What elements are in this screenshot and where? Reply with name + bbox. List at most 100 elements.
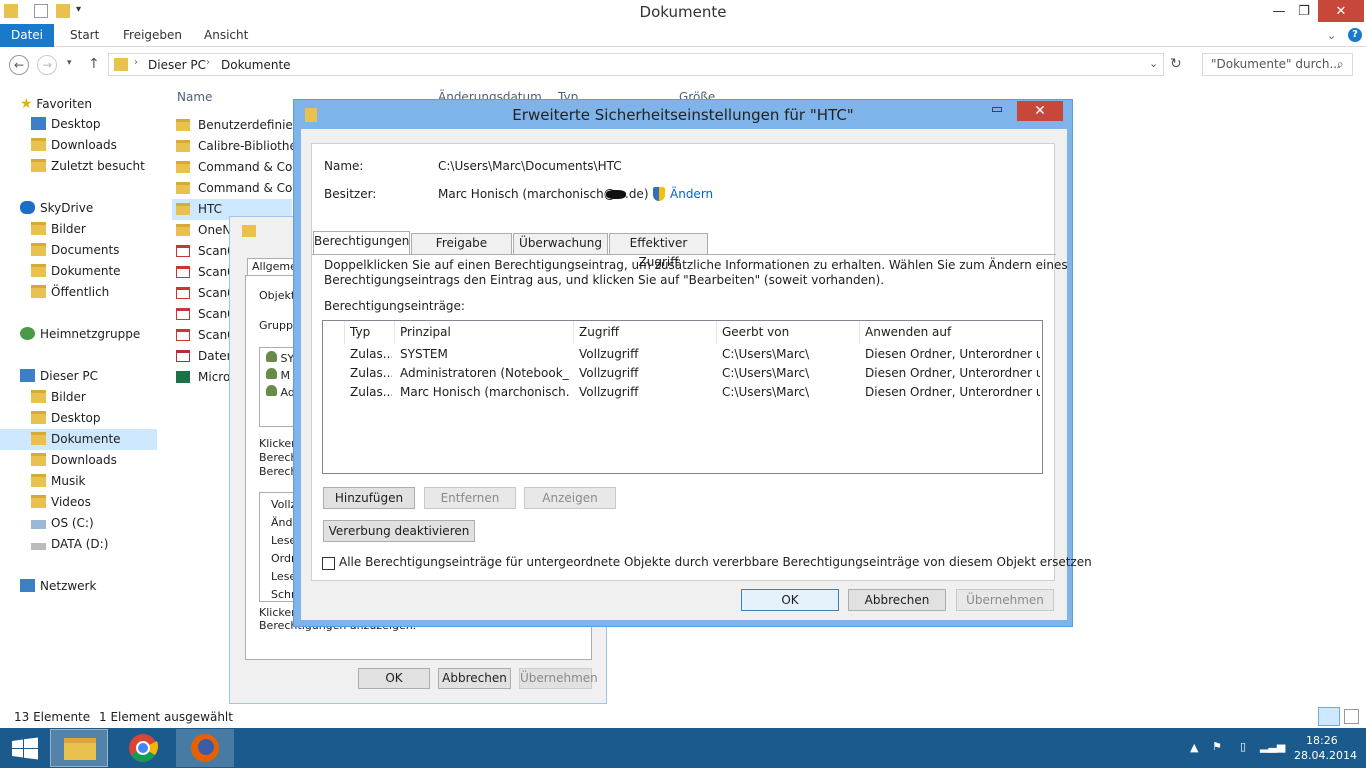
nav-pc-music[interactable]: Musik [31, 474, 86, 488]
tab-effective-access[interactable]: Effektiver Zugriff [609, 233, 708, 269]
flag-icon[interactable]: ⚑ [1212, 740, 1222, 753]
nav-pc-videos[interactable]: Videos [31, 495, 91, 509]
apply-button[interactable]: Übernehmen [519, 668, 598, 689]
nav-pc-dokumente[interactable]: Dokumente [31, 432, 121, 446]
refresh-icon[interactable]: ↻ [1170, 56, 1182, 72]
column-access[interactable]: Zugriff [574, 321, 717, 344]
cancel-button[interactable]: Abbrechen [848, 589, 946, 611]
change-owner-link[interactable]: Ändern [670, 187, 713, 201]
tiles-view-icon[interactable] [1344, 709, 1359, 724]
table-row[interactable]: Zulas... SYSTEM Vollzugriff C:\Users\Mar… [323, 345, 1042, 364]
chevron-right-icon[interactable]: › [134, 57, 138, 68]
column-principal[interactable]: Prinzipal [395, 321, 574, 344]
tab-start[interactable]: Start [70, 24, 99, 47]
breadcrumb-dokumente[interactable]: Dokumente [221, 58, 291, 72]
list-item[interactable]: Calibre-Bibliothek [176, 139, 304, 153]
tab-share[interactable]: Freigeben [123, 24, 182, 47]
battery-icon[interactable]: ▯ [1240, 740, 1246, 753]
help-icon[interactable]: ? [1348, 28, 1362, 42]
tab-file[interactable]: Datei [0, 24, 54, 47]
taskbar-firefox[interactable] [176, 729, 234, 767]
address-bar[interactable]: › Dieser PC › Dokumente ⌄ [108, 53, 1164, 76]
ok-button[interactable]: OK [741, 589, 839, 611]
maximize-button[interactable]: ❐ [1290, 0, 1318, 22]
tab-sharing[interactable]: Freigabe [411, 233, 512, 254]
list-item[interactable]: Benutzerdefinierte [176, 118, 310, 132]
nav-sd-pictures[interactable]: Bilder [31, 222, 86, 236]
nav-pc-d[interactable]: DATA (D:) [31, 537, 108, 551]
nav-network[interactable]: Netzwerk [20, 579, 96, 593]
details-view-icon[interactable] [1318, 707, 1340, 726]
list-item[interactable]: Scan0 [176, 307, 235, 321]
taskbar-chrome[interactable] [114, 729, 172, 767]
disable-inheritance-button[interactable]: Vererbung deaktivieren [323, 520, 475, 542]
nav-pc-c[interactable]: OS (C:) [31, 516, 94, 530]
recent-locations-icon[interactable]: ▾ [67, 58, 72, 68]
nav-favorites[interactable]: ★ Favoriten [20, 96, 92, 112]
apply-button[interactable]: Übernehmen [956, 589, 1054, 611]
chevron-down-icon[interactable]: ⌄ [1327, 24, 1336, 47]
list-item[interactable]: Scan0 [176, 244, 235, 258]
breadcrumb-thispc[interactable]: Dieser PC [148, 58, 206, 72]
column-name[interactable]: Name [177, 90, 212, 104]
tab-permissions[interactable]: Berechtigungen [313, 231, 410, 254]
entry-principal: Administratoren (Notebook_... [400, 366, 570, 380]
nav-pc-desktop[interactable]: Desktop [31, 411, 101, 425]
nav-sd-public[interactable]: Öffentlich [31, 285, 109, 299]
nav-thispc[interactable]: Dieser PC [20, 369, 98, 383]
nav-sd-dokumente[interactable]: Dokumente [31, 264, 121, 278]
clock-date[interactable]: 28.04.2014 [1294, 749, 1357, 762]
column-inherited[interactable]: Geerbt von [717, 321, 860, 344]
signal-icon[interactable]: ▂▃▅ [1260, 740, 1285, 753]
column-type[interactable]: Typ [345, 321, 395, 344]
cancel-button[interactable]: Abbrechen [438, 668, 511, 689]
tab-general[interactable]: Allgemei [247, 258, 300, 276]
chevron-right-icon[interactable]: › [206, 57, 210, 68]
view-button[interactable]: Anzeigen [524, 487, 616, 509]
replace-child-permissions-checkbox[interactable] [322, 557, 335, 570]
up-button[interactable]: ↑ [88, 56, 100, 72]
list-item[interactable]: Command & Con [176, 181, 300, 195]
add-button[interactable]: Hinzufügen [323, 487, 415, 509]
permission-entries-list[interactable]: Typ Prinzipal Zugriff Geerbt von Anwende… [322, 320, 1043, 474]
list-item[interactable]: OneN [176, 223, 231, 237]
table-row[interactable]: Zulas... Administratoren (Notebook_... V… [323, 364, 1042, 383]
list-item[interactable]: Scan0 [176, 328, 235, 342]
minimize-button[interactable]: — [1265, 0, 1293, 22]
remove-button[interactable]: Entfernen [424, 487, 516, 509]
chevron-down-icon[interactable]: ⌄ [1149, 57, 1158, 70]
clock-time[interactable]: 18:26 [1306, 734, 1338, 747]
close-button[interactable]: ✕ [1017, 101, 1063, 121]
search-input[interactable]: "Dokumente" durch... [1202, 53, 1353, 76]
back-button[interactable]: ← [9, 55, 29, 75]
list-item[interactable]: Command & Con [176, 160, 300, 174]
tab-auditing[interactable]: Überwachung [513, 233, 608, 254]
list-item[interactable]: SY [266, 351, 294, 365]
list-item[interactable]: Daten [176, 349, 234, 363]
nav-recent[interactable]: Zuletzt besucht [31, 159, 145, 173]
column-applies[interactable]: Anwenden auf [860, 321, 1042, 344]
taskbar-explorer[interactable] [50, 729, 108, 767]
nav-pc-pictures[interactable]: Bilder [31, 390, 86, 404]
list-item[interactable]: Ad [266, 385, 295, 399]
nav-homegroup[interactable]: Heimnetzgruppe [20, 327, 140, 341]
close-button[interactable]: ✕ [1318, 0, 1364, 22]
list-item[interactable]: M [266, 368, 290, 382]
dialog-body: Name: C:\Users\Marc\Documents\HTC Besitz… [301, 129, 1092, 620]
nav-desktop[interactable]: Desktop [31, 117, 101, 131]
list-item[interactable]: HTC [176, 202, 222, 216]
nav-downloads[interactable]: Downloads [31, 138, 117, 152]
list-item[interactable]: Scan0 [176, 286, 235, 300]
nav-pc-downloads[interactable]: Downloads [31, 453, 117, 467]
table-row[interactable]: Zulas... Marc Honisch (marchonisch... Vo… [323, 383, 1042, 402]
nav-sd-documents[interactable]: Documents [31, 243, 119, 257]
maximize-button[interactable]: ▭ [984, 101, 1010, 121]
ok-button[interactable]: OK [358, 668, 430, 689]
list-item[interactable]: Micro [176, 370, 230, 384]
search-icon[interactable]: ⌕ [1337, 57, 1344, 72]
tab-view[interactable]: Ansicht [204, 24, 248, 47]
list-item[interactable]: Scan0 [176, 265, 235, 279]
chevron-up-icon[interactable]: ▲ [1190, 741, 1198, 754]
nav-skydrive[interactable]: SkyDrive [20, 201, 93, 215]
forward-button[interactable]: → [37, 55, 57, 75]
